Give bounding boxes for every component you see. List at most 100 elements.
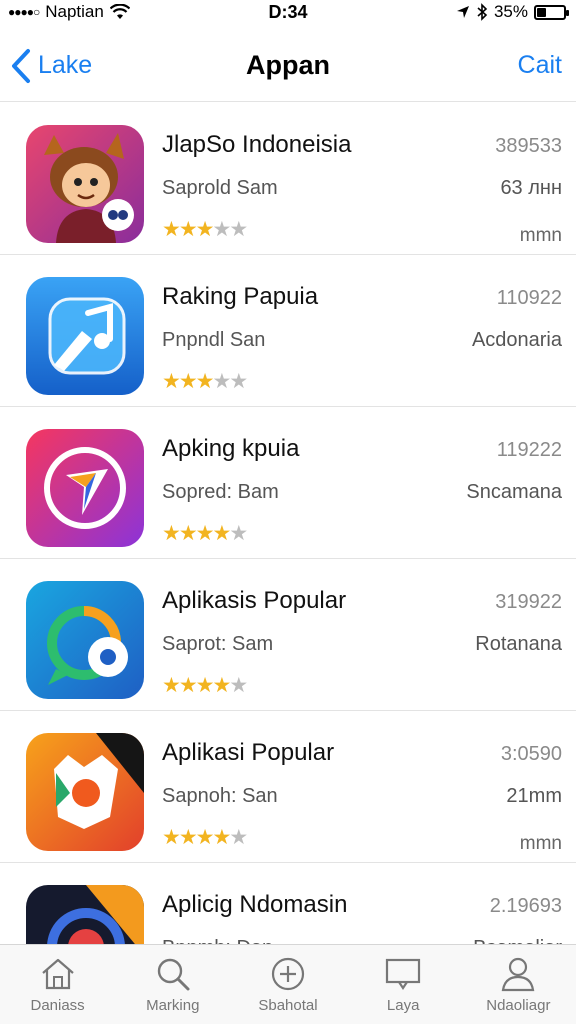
app-list-item[interactable]: Aplicig Ndomasin Bpnmh: Dan ★★★★★ 2.1969… <box>0 863 576 945</box>
star-filled-icon: ★ <box>162 218 181 241</box>
star-empty-icon: ★ <box>229 218 248 241</box>
chat-bubble-icon <box>26 581 144 699</box>
battery-fill <box>537 7 547 17</box>
star-filled-icon: ★ <box>212 522 231 545</box>
app-meta-count: 319922 <box>495 591 562 613</box>
app-subtitle: Sopred: Bam <box>162 481 279 503</box>
app-list-item[interactable]: Raking Papuia Pnpndl San ★★★★★ 110922 Ac… <box>0 255 576 407</box>
star-rating: ★★★★★ <box>162 217 248 242</box>
tab-label: Daniass <box>30 997 85 1014</box>
fox-logo-icon <box>26 733 144 851</box>
app-meta-extra: mmn <box>519 833 562 854</box>
star-filled-icon: ★ <box>178 674 198 697</box>
app-meta-count: 389533 <box>495 135 562 157</box>
app-meta-size: Sncamana <box>466 481 562 503</box>
app-list-item[interactable]: Aplikasi Popular Sapnoh: San ★★★★★ 3:059… <box>0 711 576 863</box>
star-filled-icon: ★ <box>178 826 198 849</box>
tab-messages[interactable]: Laya <box>347 955 459 1014</box>
app-subtitle: Pnpndl San <box>162 329 266 351</box>
app-meta-size: Rotanana <box>475 633 562 655</box>
star-filled-icon: ★ <box>212 826 231 849</box>
app-subtitle: Saprot: Sam <box>162 633 274 655</box>
app-list-item[interactable]: JlapSo Indoneisia Saprold Sam ★★★★★ 3895… <box>0 103 576 255</box>
star-filled-icon: ★ <box>162 674 181 697</box>
star-filled-icon: ★ <box>195 218 215 241</box>
app-meta-count: 110922 <box>496 287 562 309</box>
app-name: Aplikasis Popular <box>162 587 347 614</box>
nav-right-button[interactable]: Cait <box>518 51 562 80</box>
wifi-icon <box>109 4 130 19</box>
app-meta-extra: mmn <box>519 225 562 246</box>
app-subtitle: Saprold Sam <box>162 177 278 199</box>
back-label: Lake <box>38 51 93 79</box>
carrier-name: Naptian <box>45 2 104 21</box>
plus-circle-icon <box>271 957 305 991</box>
signal-strength-icon: ●●●●○ <box>8 5 40 19</box>
app-name: Apking kpuia <box>162 435 300 462</box>
app-name: Aplikasi Popular <box>162 739 335 766</box>
tab-label: Marking <box>146 997 200 1014</box>
tab-home[interactable]: Daniass <box>2 955 114 1014</box>
app-name: Aplicig Ndomasin <box>162 891 348 918</box>
star-empty-icon: ★ <box>212 370 231 393</box>
star-rating: ★★★★★ <box>162 825 248 850</box>
nav-bar: Lake Appan Cait <box>0 30 576 102</box>
status-left: ●●●●○ Naptian <box>8 2 130 22</box>
message-icon <box>386 958 421 990</box>
star-filled-icon: ★ <box>162 522 181 545</box>
star-rating: ★★★★★ <box>162 521 248 546</box>
tab-label: Ndaoliagr <box>486 997 551 1014</box>
star-filled-icon: ★ <box>162 370 181 393</box>
app-list: JlapSo Indoneisia Saprold Sam ★★★★★ 3895… <box>0 103 576 945</box>
star-empty-icon: ★ <box>229 826 248 849</box>
app-meta-size: 21mm <box>506 785 562 807</box>
tab-add[interactable]: Sbahotal <box>232 955 344 1014</box>
search-icon <box>157 958 190 991</box>
status-bar: ●●●●○ Naptian D:34 35% <box>0 0 576 24</box>
star-filled-icon: ★ <box>178 522 198 545</box>
app-subtitle: Sapnoh: San <box>162 785 278 807</box>
star-filled-icon: ★ <box>162 826 181 849</box>
music-note-icon <box>26 277 144 395</box>
battery-percent: 35% <box>493 2 528 21</box>
home-icon <box>41 958 74 990</box>
star-filled-icon: ★ <box>195 826 215 849</box>
back-button[interactable]: Lake <box>10 48 92 84</box>
app-meta-size: 63 лнн <box>500 177 562 199</box>
profile-icon <box>502 957 535 992</box>
circle-arrow-icon <box>26 429 144 547</box>
app-name: JlapSo Indoneisia <box>162 131 352 158</box>
app-meta-count: 3:0590 <box>500 743 562 765</box>
star-filled-icon: ★ <box>195 370 215 393</box>
star-rating: ★★★★★ <box>162 673 248 698</box>
tab-profile[interactable]: Ndaoliagr <box>462 955 574 1014</box>
star-filled-icon: ★ <box>212 674 231 697</box>
app-meta-count: 119222 <box>496 439 562 461</box>
star-empty-icon: ★ <box>229 522 248 545</box>
star-filled-icon: ★ <box>195 674 215 697</box>
star-empty-icon: ★ <box>229 674 248 697</box>
tab-search[interactable]: Marking <box>117 955 229 1014</box>
tab-bar: Daniass Marking Sbahotal Laya Ndaoliagr <box>0 944 576 1024</box>
star-rating: ★★★★★ <box>162 369 248 394</box>
tab-label: Laya <box>386 997 420 1014</box>
ring-logo-icon <box>26 885 144 945</box>
location-arrow-icon <box>456 6 469 18</box>
status-right: 35% <box>456 2 569 22</box>
star-filled-icon: ★ <box>178 218 198 241</box>
page-title: Appan <box>246 50 330 80</box>
tab-label: Sbahotal <box>258 997 318 1014</box>
chevron-left-icon <box>12 48 30 83</box>
battery-icon <box>534 4 569 20</box>
star-filled-icon: ★ <box>195 522 215 545</box>
app-meta-size: Acdonaria <box>471 329 562 351</box>
cartoon-character-icon <box>26 125 144 243</box>
star-empty-icon: ★ <box>212 218 231 241</box>
star-empty-icon: ★ <box>229 370 248 393</box>
star-filled-icon: ★ <box>178 370 198 393</box>
app-list-item[interactable]: Aplikasis Popular Saprot: Sam ★★★★★ 3199… <box>0 559 576 711</box>
app-list-item[interactable]: Apking kpuia Sopred: Bam ★★★★★ 119222 Sn… <box>0 407 576 559</box>
app-meta-count: 2.19693 <box>489 895 562 917</box>
bluetooth-icon <box>477 3 488 21</box>
status-time: D:34 <box>268 1 308 22</box>
